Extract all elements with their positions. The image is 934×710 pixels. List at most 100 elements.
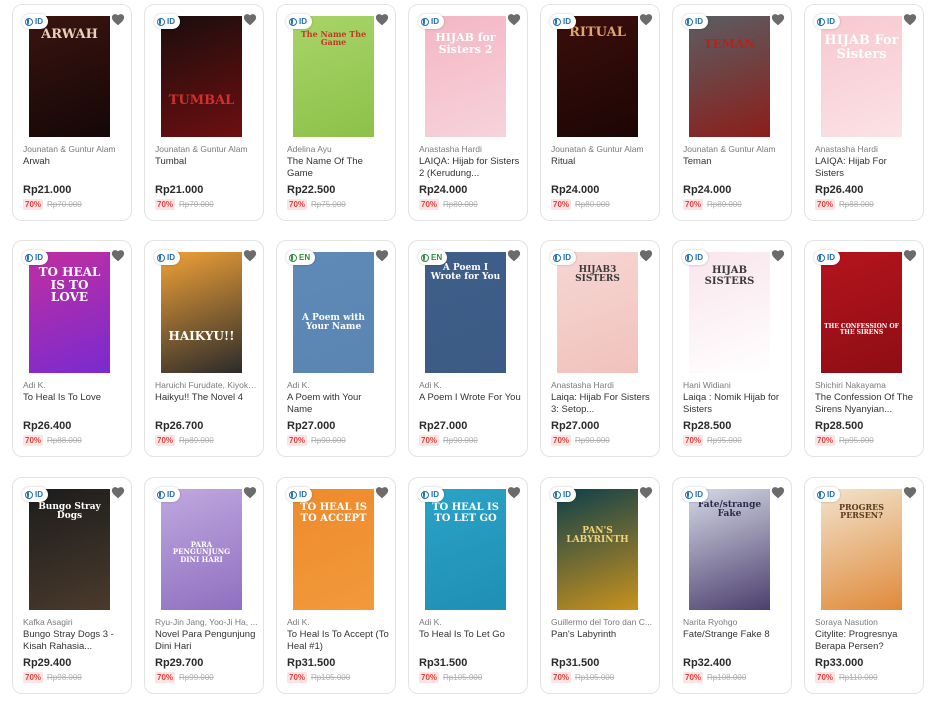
globe-icon [289,253,297,262]
book-cover[interactable]: Fate/strange Fake [689,489,770,610]
book-card[interactable]: ARWAH ID Jounatan & Guntur Alam Arwah Rp21.0… [12,4,132,221]
book-title[interactable]: A Poem with Your Name [287,392,389,416]
book-title[interactable]: Haikyu!! The Novel 4 [155,392,257,404]
wishlist-heart-icon[interactable] [375,486,389,499]
book-card[interactable]: TEMAN ID Jounatan & Guntur Alam Teman Rp24.0… [672,4,792,221]
book-title[interactable]: To Heal Is To Accept (To Heal #1) [287,629,389,653]
book-cover[interactable]: HIJAB For Sisters [821,16,902,137]
book-cover[interactable]: A Poem with Your Name [293,252,374,373]
book-card[interactable]: HIJAB3 SISTERS ID Anastasha Hardi Laiqa: Hi… [540,240,660,457]
wishlist-heart-icon[interactable] [639,486,653,499]
book-price: Rp21.000 [155,184,204,196]
wishlist-heart-icon[interactable] [903,486,917,499]
discount-row: 70% Rp95.000 [683,435,742,446]
book-card[interactable]: HIJAB For Sisters ID Anastasha Hardi LAIQA:… [804,4,924,221]
wishlist-heart-icon[interactable] [243,13,257,26]
book-title[interactable]: Pan's Labyrinth [551,629,653,641]
wishlist-heart-icon[interactable] [375,13,389,26]
cover-title: PROGRES PERSEN? [839,502,884,521]
book-price: Rp31.500 [287,657,336,669]
book-title[interactable]: LAIQA: Hijab for Sisters 2 (Kerudung... [419,156,521,180]
book-cover[interactable]: TO HEAL IS TO ACCEPT [293,489,374,610]
book-cover[interactable]: TUMBAL [161,16,242,137]
book-card[interactable]: PARA PENGUNJUNG DINI HARI ID Ryu-Jin Jang,… [144,477,264,694]
book-cover[interactable]: HIJAB SISTERS [689,252,770,373]
book-title[interactable]: To Heal Is To Love [23,392,125,404]
book-card[interactable]: A Poem with Your Name EN Adi K. A Poem with… [276,240,396,457]
wishlist-heart-icon[interactable] [771,13,785,26]
wishlist-heart-icon[interactable] [507,13,521,26]
wishlist-heart-icon[interactable] [771,486,785,499]
wishlist-heart-icon[interactable] [639,249,653,262]
book-card[interactable]: Fate/strange Fake ID Narita Ryohgo Fate/Str… [672,477,792,694]
language-code: ID [431,17,439,26]
cover-title: TO HEAL IS TO LOVE [38,265,101,305]
discount-row: 70% Rp105.000 [287,672,350,683]
book-cover[interactable]: THE CONFESSION OF THE SIRENS [821,252,902,373]
original-price: Rp80.000 [707,200,742,209]
book-title[interactable]: Fate/Strange Fake 8 [683,629,785,641]
wishlist-heart-icon[interactable] [507,486,521,499]
wishlist-heart-icon[interactable] [903,249,917,262]
book-card[interactable]: TO HEAL IS TO LOVE ID Adi K. To Heal Is To … [12,240,132,457]
book-card[interactable]: HAIKYU!! ID Haruichi Furudate, Kiyoko... Ha… [144,240,264,457]
book-cover[interactable]: TO HEAL IS TO LET GO [425,489,506,610]
book-card[interactable]: TO HEAL IS TO ACCEPT ID Adi K. To Heal Is T… [276,477,396,694]
wishlist-heart-icon[interactable] [375,249,389,262]
wishlist-heart-icon[interactable] [243,486,257,499]
book-title[interactable]: Ritual [551,156,653,168]
wishlist-heart-icon[interactable] [771,249,785,262]
book-title[interactable]: To Heal Is To Let Go [419,629,521,641]
original-price: Rp80.000 [575,200,610,209]
book-cover[interactable]: HIJAB for Sisters 2 [425,16,506,137]
book-card[interactable]: The Name The Game ID Adelina Ayu The Name O… [276,4,396,221]
book-card[interactable]: HIJAB for Sisters 2 ID Anastasha Hardi LAIQ… [408,4,528,221]
wishlist-heart-icon[interactable] [903,13,917,26]
book-cover[interactable]: PROGRES PERSEN? [821,489,902,610]
book-cover[interactable]: RITUAL [557,16,638,137]
original-price: Rp88.000 [47,436,82,445]
discount-row: 70% Rp108.000 [683,672,746,683]
book-card[interactable]: HIJAB SISTERS ID Hani Widiani Laiqa : Nomik… [672,240,792,457]
book-card[interactable]: TO HEAL IS TO LET GO ID Adi K. To Heal Is T… [408,477,528,694]
book-title[interactable]: Arwah [23,156,125,168]
book-cover[interactable]: HIJAB3 SISTERS [557,252,638,373]
book-title[interactable]: Bungo Stray Dogs 3 - Kisah Rahasia... [23,629,125,653]
book-cover[interactable]: Bungo Stray Dogs [29,489,110,610]
book-price: Rp27.000 [419,420,468,432]
book-title[interactable]: Laiqa: Hijab For Sisters 3: Setop... [551,392,653,416]
book-title[interactable]: Teman [683,156,785,168]
book-cover[interactable]: TEMAN [689,16,770,137]
book-title[interactable]: The Confession Of The Sirens Nyanyian... [815,392,917,416]
book-title[interactable]: Citylite: Progresnya Berapa Persen? [815,629,917,653]
book-card[interactable]: A Poem I Wrote for You EN Adi K. A Poem I W… [408,240,528,457]
wishlist-heart-icon[interactable] [639,13,653,26]
book-cover[interactable]: ARWAH [29,16,110,137]
wishlist-heart-icon[interactable] [243,249,257,262]
book-cover[interactable]: A Poem I Wrote for You [425,252,506,373]
book-title[interactable]: The Name Of The Game [287,156,389,180]
book-title[interactable]: Novel Para Pengunjung Dini Hari [155,629,257,653]
discount-row: 70% Rp88.000 [23,435,82,446]
book-title[interactable]: A Poem I Wrote For You [419,392,521,404]
book-cover[interactable]: HAIKYU!! [161,252,242,373]
discount-row: 70% Rp70.000 [23,199,82,210]
book-title[interactable]: Tumbal [155,156,257,168]
book-title[interactable]: LAIQA: Hijab For Sisters [815,156,917,180]
book-card[interactable]: PROGRES PERSEN? ID Soraya Nasution Citylite… [804,477,924,694]
book-cover[interactable]: The Name The Game [293,16,374,137]
book-card[interactable]: Bungo Stray Dogs ID Kafka Asagiri Bungo Str… [12,477,132,694]
book-card[interactable]: THE CONFESSION OF THE SIRENS ID Shichiri N… [804,240,924,457]
book-card[interactable]: PAN'S LABYRINTH ID Guillermo del Toro dan … [540,477,660,694]
wishlist-heart-icon[interactable] [507,249,521,262]
book-cover[interactable]: PAN'S LABYRINTH [557,489,638,610]
wishlist-heart-icon[interactable] [111,13,125,26]
wishlist-heart-icon[interactable] [111,486,125,499]
book-cover[interactable]: PARA PENGUNJUNG DINI HARI [161,489,242,610]
book-card[interactable]: RITUAL ID Jounatan & Guntur Alam Ritual Rp24… [540,4,660,221]
book-cover[interactable]: TO HEAL IS TO LOVE [29,252,110,373]
wishlist-heart-icon[interactable] [111,249,125,262]
book-title[interactable]: Laiqa : Nomik Hijab for Sisters [683,392,785,416]
book-card[interactable]: TUMBAL ID Jounatan & Guntur Alam Tumbal Rp21… [144,4,264,221]
discount-badge: 70% [23,435,44,446]
